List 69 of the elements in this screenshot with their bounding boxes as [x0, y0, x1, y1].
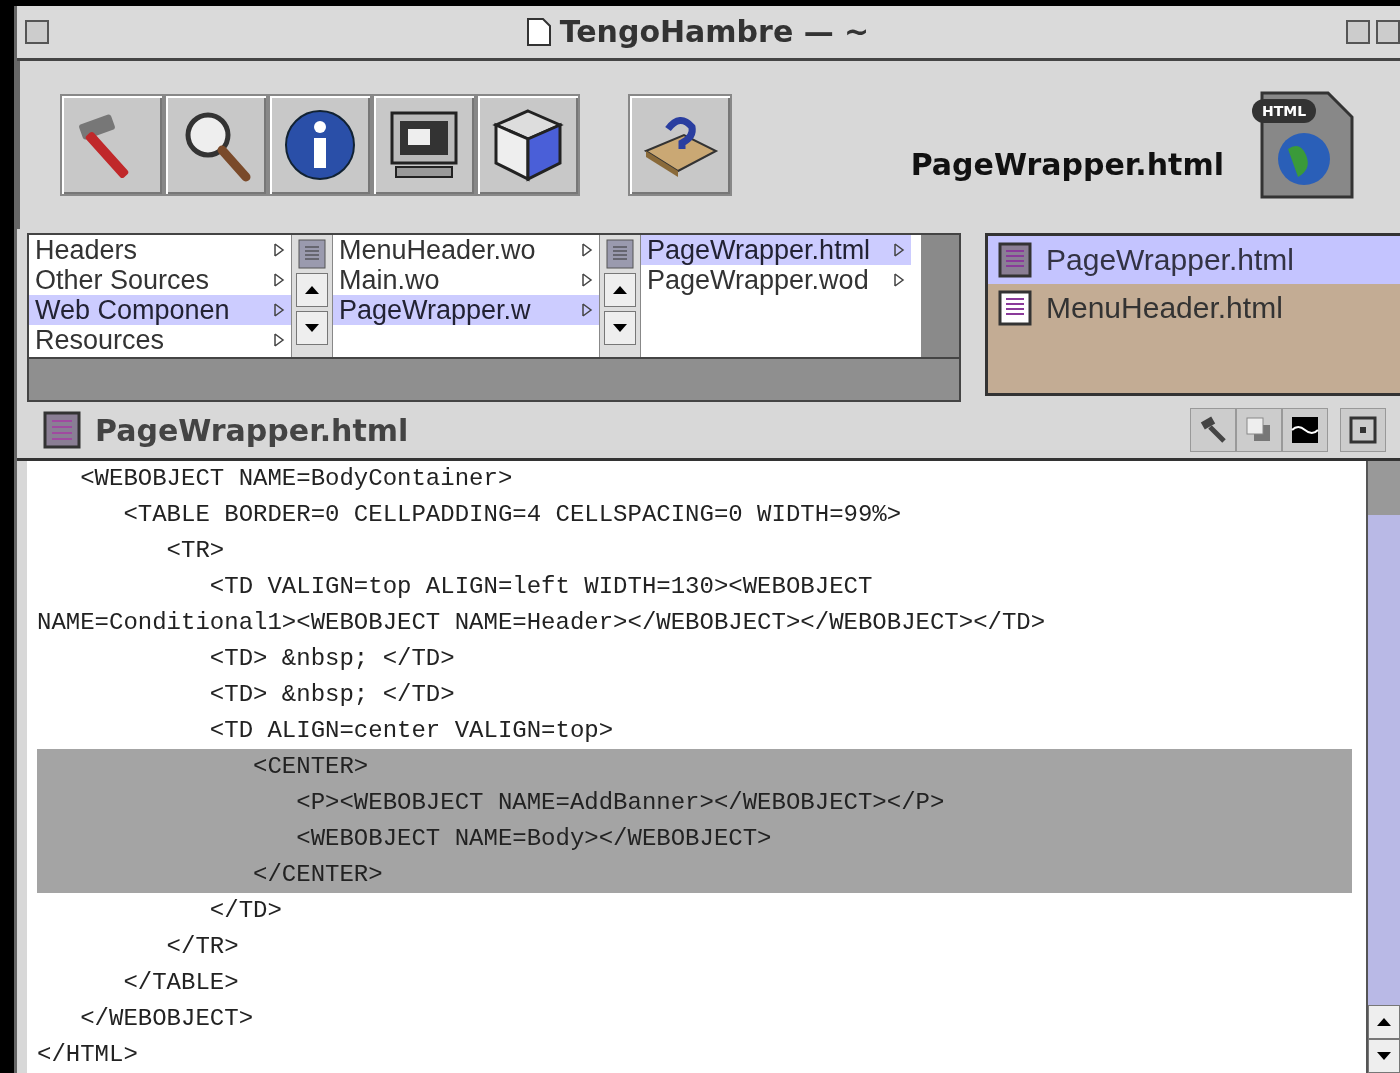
close-box[interactable]: [25, 19, 49, 44]
window-title: TengoHambre — ~: [559, 14, 870, 50]
down-arrow-icon: [611, 321, 629, 334]
scrollbar-thumb[interactable]: [1368, 461, 1400, 515]
file-label: PageWrapper.html: [910, 147, 1224, 183]
code-line: <WEBOBJECT NAME=BodyContainer>: [79, 464, 514, 494]
submenu-arrow-icon: [581, 301, 593, 318]
zoom-box[interactable]: [1346, 19, 1370, 44]
submenu-arrow-icon: [893, 271, 905, 288]
toolbar-button[interactable]: [268, 93, 372, 196]
code-line: <TD ALIGN=center VALIGN=top>: [208, 716, 615, 746]
browser-item[interactable]: PageWrapper.w: [333, 294, 599, 325]
browser-item[interactable]: Resources: [29, 324, 291, 355]
code-line: </TR>: [165, 932, 240, 962]
code-line: <TR>: [165, 536, 226, 566]
document-icon: [525, 16, 552, 47]
scroll-down-button[interactable]: [1368, 1039, 1400, 1073]
browser-item[interactable]: MenuHeader.wo: [333, 234, 599, 265]
horizontal-scrollbar[interactable]: [29, 356, 959, 401]
scroll-down-button[interactable]: [296, 310, 328, 345]
browser-item[interactable]: PageWrapper.html: [641, 234, 911, 265]
down-arrow-icon: [1375, 1050, 1393, 1062]
browser-item[interactable]: Web Componen: [29, 294, 291, 325]
submenu-arrow-icon: [581, 241, 593, 258]
window-toggle-button[interactable]: [1340, 408, 1386, 453]
document-icon: [998, 241, 1032, 278]
scrollbar-track[interactable]: [921, 234, 959, 357]
list-icon: [606, 238, 634, 269]
scroll-down-button[interactable]: [604, 310, 636, 345]
submenu-arrow-icon: [893, 241, 905, 258]
toolbar-button[interactable]: [476, 93, 580, 196]
file-list-item[interactable]: MenuHeader.html: [988, 283, 1400, 332]
code-line: <TD> &nbsp; </TD>: [208, 644, 456, 674]
toolbar-button[interactable]: [372, 93, 476, 196]
toolbar-button[interactable]: [164, 93, 268, 196]
scroll-up-button[interactable]: [604, 272, 636, 307]
code-line: <TD VALIGN=top ALIGN=left WIDTH=130><WEBOBJECT: [208, 572, 874, 602]
submenu-arrow-icon: [273, 301, 285, 318]
scroll-up-button[interactable]: [1368, 1005, 1400, 1039]
code-line: </WEBOBJECT>: [79, 1004, 255, 1034]
browser-item[interactable]: Other Sources: [29, 264, 291, 295]
collapse-box[interactable]: [1376, 19, 1400, 44]
code-line: NAME=Conditional1><WEBOBJECT NAME=Header></WEBOBJECT></WEBOBJECT></TD>: [37, 608, 1047, 638]
document-icon: [43, 411, 81, 450]
browser-item[interactable]: Main.wo: [333, 264, 599, 295]
down-arrow-icon: [303, 321, 321, 334]
code-line: </TD>: [208, 896, 283, 926]
browser-item[interactable]: Headers: [29, 234, 291, 265]
browser-item[interactable]: PageWrapper.wod: [641, 264, 911, 295]
code-line: </TABLE>: [122, 968, 240, 998]
submenu-arrow-icon: [273, 241, 285, 258]
code-line: </HTML>: [37, 1040, 139, 1070]
list-icon: [298, 238, 326, 269]
scroll-up-button[interactable]: [296, 272, 328, 307]
editor-title: PageWrapper.html: [95, 412, 409, 448]
submenu-arrow-icon: [273, 271, 285, 288]
file-list-item[interactable]: PageWrapper.html: [988, 235, 1400, 284]
submenu-arrow-icon: [273, 331, 285, 348]
help-button[interactable]: [628, 93, 732, 196]
copy-button[interactable]: [1236, 408, 1282, 453]
hammer-button[interactable]: [1190, 408, 1236, 453]
wave-button[interactable]: [1282, 408, 1328, 453]
vertical-scrollbar[interactable]: [1366, 461, 1400, 1073]
code-line: <TABLE BORDER=0 CELLPADDING=4 CELLSPACING=0 WIDTH=99%>: [122, 500, 903, 530]
wave-icon: [1290, 415, 1320, 446]
submenu-arrow-icon: [581, 271, 593, 288]
code-line: <TD> &nbsp; </TD>: [208, 680, 456, 710]
up-arrow-icon: [1375, 1016, 1393, 1028]
document-icon: [998, 289, 1032, 326]
